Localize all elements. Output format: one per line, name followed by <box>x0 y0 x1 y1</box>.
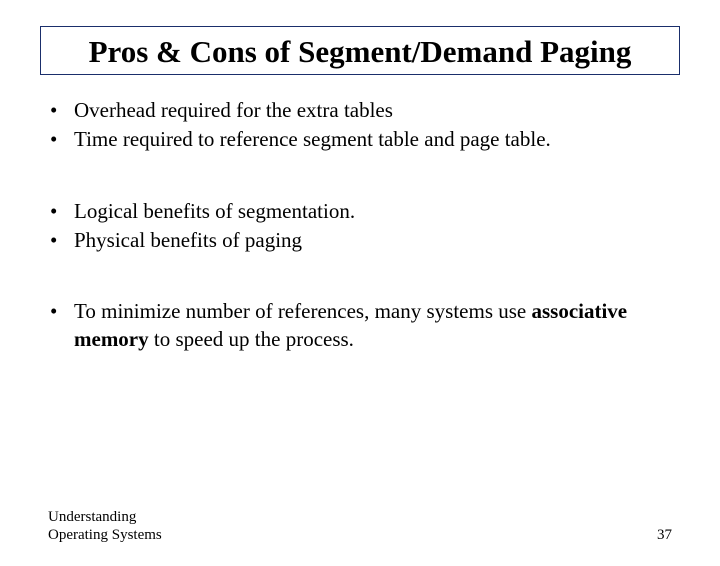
bullet-text: Logical benefits of segmentation. <box>74 198 672 225</box>
bullet-text: Overhead required for the extra tables <box>74 97 672 124</box>
bullet-group: • To minimize number of references, many… <box>48 298 672 353</box>
slide-title: Pros & Cons of Segment/Demand Paging <box>51 33 669 70</box>
page-number: 37 <box>657 527 672 544</box>
bullet-item: • Overhead required for the extra tables <box>48 97 672 124</box>
bullet-marker: • <box>48 97 74 124</box>
bullet-item: • Logical benefits of segmentation. <box>48 198 672 225</box>
slide-content: • Overhead required for the extra tables… <box>48 97 672 353</box>
footer-left: Understanding Operating Systems <box>48 508 162 544</box>
slide-title-box: Pros & Cons of Segment/Demand Paging <box>40 26 680 75</box>
bullet-item: • Physical benefits of paging <box>48 227 672 254</box>
bullet-text-suffix: to speed up the process. <box>149 327 354 351</box>
bullet-marker: • <box>48 298 74 325</box>
slide-footer: Understanding Operating Systems 37 <box>48 508 672 544</box>
bullet-group: • Overhead required for the extra tables… <box>48 97 672 154</box>
bullet-item: • Time required to reference segment tab… <box>48 126 672 153</box>
footer-line1: Understanding <box>48 508 162 526</box>
bullet-marker: • <box>48 126 74 153</box>
bullet-marker: • <box>48 227 74 254</box>
bullet-item: • To minimize number of references, many… <box>48 298 672 353</box>
footer-line2: Operating Systems <box>48 526 162 544</box>
bullet-group: • Logical benefits of segmentation. • Ph… <box>48 198 672 255</box>
bullet-text-prefix: To minimize number of references, many s… <box>74 299 531 323</box>
bullet-marker: • <box>48 198 74 225</box>
bullet-text: Physical benefits of paging <box>74 227 672 254</box>
bullet-text: Time required to reference segment table… <box>74 126 672 153</box>
bullet-text: To minimize number of references, many s… <box>74 298 672 353</box>
